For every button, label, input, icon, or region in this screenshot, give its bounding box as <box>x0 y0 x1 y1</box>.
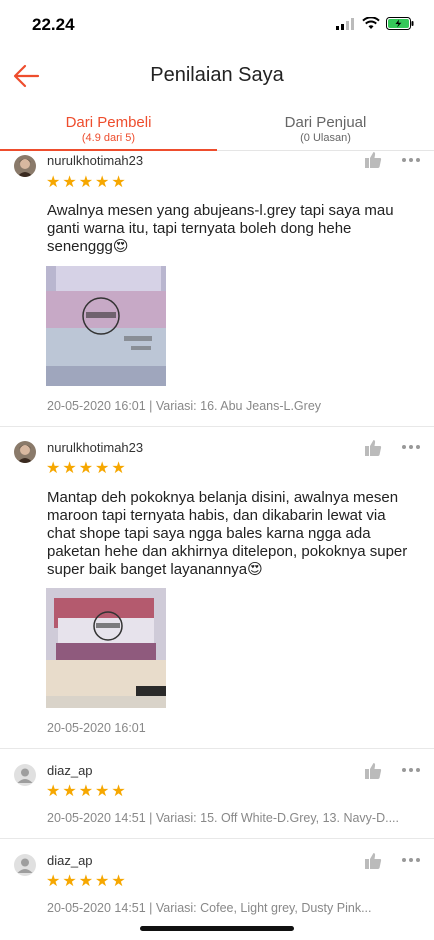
status-bar: 22.24 <box>0 0 434 50</box>
star-icon: ★ <box>95 174 110 191</box>
star-icon: ★ <box>95 873 110 890</box>
avatar[interactable] <box>14 155 36 177</box>
avatar-placeholder[interactable] <box>14 764 36 786</box>
status-time: 22.24 <box>32 15 75 34</box>
star-icon: ★ <box>111 783 126 800</box>
battery-icon <box>386 17 414 30</box>
review-photo[interactable] <box>46 266 166 386</box>
review-username: nurulkhotimah23 <box>47 153 144 168</box>
avatar-placeholder[interactable] <box>14 854 36 876</box>
review-meta: 20-05-2020 14:51 | Variasi: Cofee, Light… <box>47 901 372 915</box>
star-icon: ★ <box>78 460 94 477</box>
star-rating: ★ ★ ★ ★ ★ <box>46 784 126 800</box>
review-username: nurulkhotimah23 <box>47 440 144 455</box>
review-username: diaz_ap <box>47 763 93 778</box>
tab-sublabel: (4.9 dari 5) <box>81 132 136 144</box>
star-icon: ★ <box>46 174 61 191</box>
page-title: Penilaian Saya <box>150 64 284 86</box>
tab-from-buyer[interactable]: Dari Pembeli (4.9 dari 5) <box>0 110 217 151</box>
thumbs-up-icon[interactable] <box>364 852 382 870</box>
signal-icon <box>336 17 354 30</box>
review-item: nurulkhotimah23 ★ ★ ★ ★ ★ Mantap deh pokokny… <box>0 427 434 749</box>
star-icon: ★ <box>62 174 77 191</box>
thumbs-up-icon[interactable] <box>364 151 382 169</box>
star-icon: ★ <box>78 783 94 800</box>
star-icon: ★ <box>46 873 61 890</box>
star-icon: ★ <box>46 783 61 800</box>
star-rating: ★ ★ ★ ★ ★ <box>46 874 126 890</box>
thumbs-up-icon[interactable] <box>364 439 382 457</box>
review-item: nurulkhotimah23 ★ ★ ★ ★ ★ Awalnya mesen yang… <box>0 151 434 427</box>
status-icons <box>336 17 414 30</box>
star-icon: ★ <box>62 783 77 800</box>
star-icon: ★ <box>111 460 126 477</box>
review-meta: 20-05-2020 16:01 <box>47 721 146 735</box>
review-username: diaz_ap <box>47 853 93 868</box>
star-icon: ★ <box>62 460 77 477</box>
more-dots-icon[interactable] <box>402 445 422 451</box>
avatar[interactable] <box>14 441 36 463</box>
star-rating: ★ ★ ★ ★ ★ <box>46 461 126 477</box>
more-dots-icon[interactable] <box>402 768 422 774</box>
tab-sublabel: (0 Ulasan) <box>300 132 351 144</box>
tab-bar: Dari Pembeli (4.9 dari 5) Dari Penjual (… <box>0 110 434 151</box>
star-icon: ★ <box>95 460 110 477</box>
tab-label: Dari Penjual <box>284 114 367 131</box>
tab-from-seller[interactable]: Dari Penjual (0 Ulasan) <box>217 110 434 150</box>
review-item: diaz_ap ★ ★ ★ ★ ★ 20-05-2020 14:51 | Variasi… <box>0 839 434 929</box>
star-icon: ★ <box>62 873 77 890</box>
star-icon: ★ <box>46 460 61 477</box>
home-indicator[interactable] <box>140 926 294 931</box>
star-icon: ★ <box>95 783 110 800</box>
star-icon: ★ <box>111 174 126 191</box>
review-text: Mantap deh pokoknya belanja disini, awal… <box>47 489 408 578</box>
review-item: diaz_ap ★ ★ ★ ★ ★ 20-05-2020 14:51 | Variasi… <box>0 749 434 839</box>
more-dots-icon[interactable] <box>402 858 422 864</box>
header: Penilaian Saya <box>0 52 434 98</box>
star-icon: ★ <box>78 174 94 191</box>
star-icon: ★ <box>111 873 126 890</box>
star-icon: ★ <box>78 873 94 890</box>
thumbs-up-icon[interactable] <box>364 762 382 780</box>
wifi-icon <box>362 17 380 29</box>
tab-label: Dari Pembeli <box>65 114 152 131</box>
review-text: Awalnya mesen yang abujeans-l.grey tapi … <box>47 202 394 255</box>
review-photo[interactable] <box>46 588 166 708</box>
review-meta: 20-05-2020 16:01 | Variasi: 16. Abu Jean… <box>47 399 322 413</box>
more-dots-icon[interactable] <box>402 158 422 164</box>
star-rating: ★ ★ ★ ★ ★ <box>46 175 126 191</box>
review-meta: 20-05-2020 14:51 | Variasi: 15. Off Whit… <box>47 811 400 825</box>
